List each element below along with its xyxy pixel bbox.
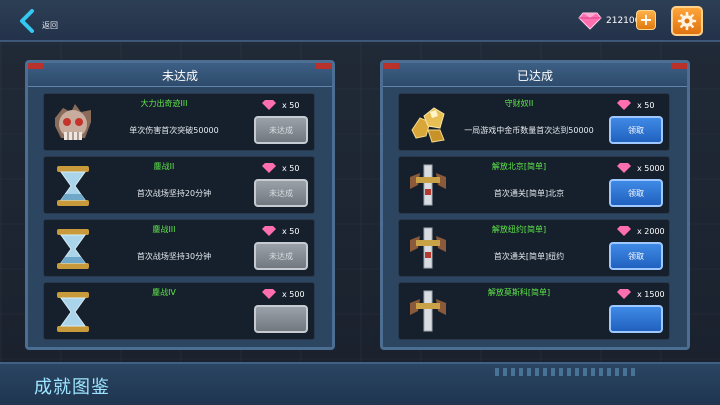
reward-amount: x 2000: [637, 226, 665, 236]
panel-title: 已达成: [516, 69, 553, 83]
claim-button[interactable]: 领取: [609, 116, 663, 144]
achievement-row: 守财奴II 一局游戏中金币数量首次达到50000 x 50 领取: [398, 93, 670, 151]
achievement-row: 解放纽约[简单] 首次通关[简单]纽约 x 2000 领取: [398, 219, 670, 277]
achievement-row: 鏖战III 首次战场坚持30分钟 x 50 未达成: [43, 219, 315, 277]
achievement-row: 大力出奇迹III 单次伤害首次突破50000 x 50 未达成: [43, 93, 315, 151]
bottom-bar: 成就图鉴: [0, 362, 720, 405]
achievement-name: 大力出奇迹III: [140, 99, 188, 108]
achievement-name: 鏖战II: [153, 162, 175, 171]
reward-amount: x 50: [282, 163, 300, 173]
achievement-name: 解放纽约[简单]: [491, 225, 547, 234]
not-achieved-button[interactable]: 未达成: [254, 116, 308, 144]
reward: x 500: [262, 288, 305, 300]
reward-amount: x 50: [282, 100, 300, 110]
gem-icon: [578, 12, 602, 30]
reward: x 2000: [617, 225, 665, 237]
reward-amount: x 5000: [637, 163, 665, 173]
reward: x 1500: [617, 288, 665, 300]
panel-title: 未达成: [161, 69, 198, 83]
achievement-list[interactable]: 守财奴II 一局游戏中金币数量首次达到50000 x 50 领取 解放北京[简单…: [398, 93, 678, 345]
gem-icon: [262, 100, 276, 110]
reward-amount: x 50: [282, 226, 300, 236]
achievement-row: 鏖战IV x 500: [43, 282, 315, 340]
achievement-row: 鏖战II 首次战场坚持20分钟 x 50 未达成: [43, 156, 315, 214]
gem-icon: [262, 226, 276, 236]
back-arrow-icon: [20, 9, 34, 33]
achievement-name: 守财奴II: [504, 99, 534, 108]
unachieved-panel: 未达成 大力出奇迹III 单次伤害首次突破50000 x 50 未达成 鏖战II…: [25, 60, 335, 350]
panel-header: 已达成: [383, 63, 687, 87]
achievement-row: 解放北京[简单] 首次通关[简单]北京 x 5000 领取: [398, 156, 670, 214]
achievement-name: 解放莫斯科[简单]: [487, 288, 551, 297]
achievement-name: 鏖战III: [152, 225, 176, 234]
achieved-panel: 已达成 守财奴II 一局游戏中金币数量首次达到50000 x 50 领取 解放北…: [380, 60, 690, 350]
reward: x 50: [617, 99, 654, 111]
gem-icon: [617, 226, 631, 236]
not-achieved-button[interactable]: 未达成: [254, 179, 308, 207]
reward: x 50: [262, 225, 299, 237]
gem-counter: 212100: [578, 12, 640, 30]
achievement-desc: 首次通关[简单]纽约: [493, 252, 565, 261]
reward: x 50: [262, 162, 299, 174]
achievement-desc: 一局游戏中金币数量首次达到50000: [464, 126, 594, 135]
gem-icon: [617, 163, 631, 173]
gem-icon: [262, 163, 276, 173]
achievement-desc: 首次通关[简单]北京: [493, 189, 565, 198]
achievement-desc: 单次伤害首次突破50000: [129, 126, 219, 135]
achievement-name: 鏖战IV: [152, 288, 176, 297]
gear-icon: [677, 11, 697, 31]
reward-amount: x 50: [637, 100, 655, 110]
achievement-list[interactable]: 大力出奇迹III 单次伤害首次突破50000 x 50 未达成 鏖战II 首次战…: [43, 93, 323, 345]
achievement-name: 解放北京[简单]: [491, 162, 547, 171]
reward-amount: x 1500: [637, 289, 665, 299]
claim-button[interactable]: 领取: [609, 179, 663, 207]
not-achieved-button[interactable]: 未达成: [254, 242, 308, 270]
page-title: 成就图鉴: [34, 377, 110, 398]
gem-icon: [262, 289, 276, 299]
achievement-row: 解放莫斯科[简单] x 1500: [398, 282, 670, 340]
reward-amount: x 500: [282, 289, 305, 299]
back-button[interactable]: 返回: [18, 8, 66, 34]
gem-icon: [617, 289, 631, 299]
achievement-desc: 首次战场坚持30分钟: [136, 252, 212, 261]
top-bar: 返回 212100 +: [0, 0, 720, 42]
reward: x 50: [262, 99, 299, 111]
panel-header: 未达成: [28, 63, 332, 87]
add-gems-button[interactable]: +: [636, 10, 656, 30]
back-label: 返回: [42, 20, 58, 30]
achievement-desc: 首次战场坚持20分钟: [136, 189, 212, 198]
reward: x 5000: [617, 162, 665, 174]
claim-button[interactable]: 领取: [609, 242, 663, 270]
not-achieved-button[interactable]: [254, 305, 308, 333]
decorative-stripe: [495, 368, 635, 376]
settings-button[interactable]: [671, 6, 703, 36]
gem-icon: [617, 100, 631, 110]
claim-button[interactable]: [609, 305, 663, 333]
